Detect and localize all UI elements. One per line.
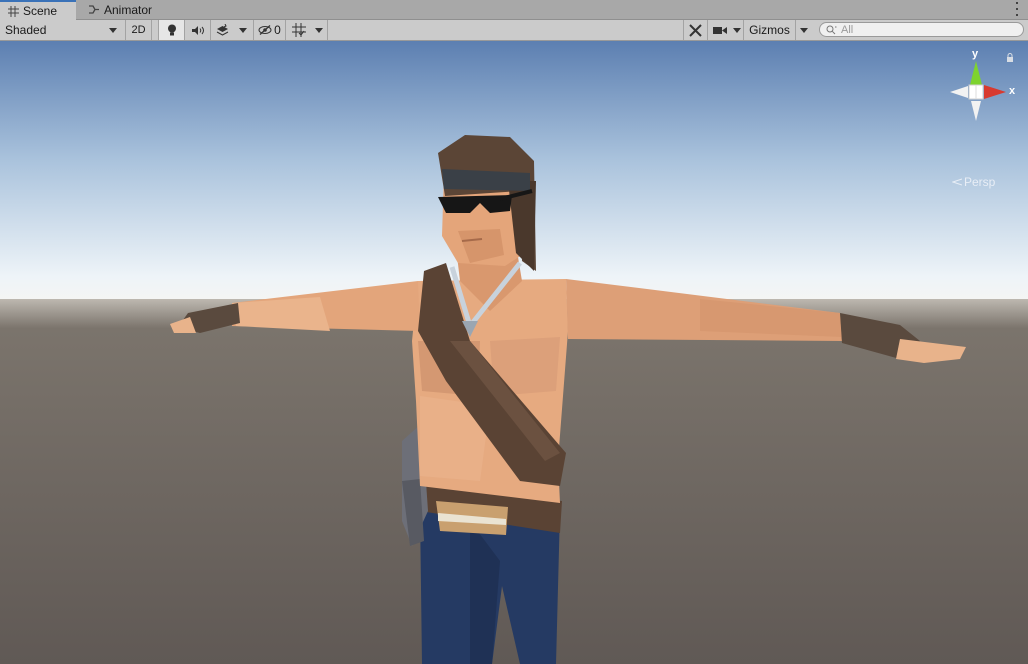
grid-icon	[8, 5, 19, 17]
chevron-down-icon	[800, 27, 808, 33]
gizmos-dropdown[interactable]	[795, 20, 812, 40]
scene-render	[0, 41, 1028, 664]
search-placeholder: All	[841, 23, 854, 36]
more-options-icon[interactable]	[1014, 2, 1020, 16]
tab-scene-label: Scene	[23, 4, 58, 18]
animator-icon	[89, 5, 99, 14]
hidden-count: 0	[274, 23, 281, 37]
neg-x-axis-cone	[950, 86, 968, 98]
camera-settings-button[interactable]	[707, 20, 731, 40]
effects-dropdown[interactable]	[234, 20, 252, 40]
gizmos-label: Gizmos	[749, 23, 790, 37]
audio-toggle-button[interactable]	[184, 20, 210, 40]
projection-toggle[interactable]: Persp	[952, 175, 995, 189]
perspective-icon	[952, 178, 962, 186]
scene-viewport[interactable]: y x Persp	[0, 41, 1028, 664]
neg-y-axis-cone	[971, 101, 981, 121]
layers-icon	[216, 24, 229, 36]
tab-animator-label: Animator	[104, 2, 153, 17]
search-icon	[826, 25, 837, 34]
chevron-down-icon	[733, 27, 741, 33]
tab-bar: Scene Animator	[0, 0, 1028, 20]
tab-scene[interactable]: Scene	[0, 0, 76, 20]
toggle-2d-label: 2D	[131, 24, 146, 36]
tools-icon	[689, 23, 702, 37]
lightbulb-icon	[167, 24, 176, 35]
effects-toggle-button[interactable]	[210, 20, 234, 40]
scene-visibility-button[interactable]: 0	[253, 20, 285, 40]
toggle-2d-button[interactable]: 2D	[125, 20, 152, 40]
chevron-down-icon	[315, 27, 323, 33]
gizmos-button[interactable]: Gizmos	[743, 20, 795, 40]
orientation-gizmo[interactable]	[936, 51, 1016, 131]
gizmo-y-label: y	[972, 48, 979, 60]
search-input[interactable]: All	[819, 22, 1024, 37]
draw-mode-label: Shaded	[5, 23, 47, 37]
grid-toggle-button[interactable]	[285, 20, 311, 40]
speaker-icon	[192, 25, 204, 35]
lighting-toggle-button[interactable]	[158, 20, 184, 40]
lock-icon[interactable]	[1006, 53, 1014, 63]
x-axis-cone	[984, 85, 1006, 99]
grid-dropdown[interactable]	[311, 20, 328, 40]
grid-snap-icon	[291, 23, 306, 37]
chevron-down-icon	[239, 27, 247, 33]
chevron-down-icon	[109, 27, 117, 33]
projection-label: Persp	[964, 175, 996, 189]
camera-dropdown[interactable]	[731, 20, 743, 40]
camera-icon	[712, 26, 727, 34]
gizmo-x-label: x	[1009, 85, 1016, 97]
tools-button[interactable]	[683, 20, 707, 40]
tab-animator[interactable]: Animator	[80, 0, 164, 19]
y-axis-cone	[970, 61, 982, 85]
draw-mode-dropdown[interactable]: Shaded	[0, 20, 122, 40]
eye-hidden-icon	[258, 25, 272, 35]
